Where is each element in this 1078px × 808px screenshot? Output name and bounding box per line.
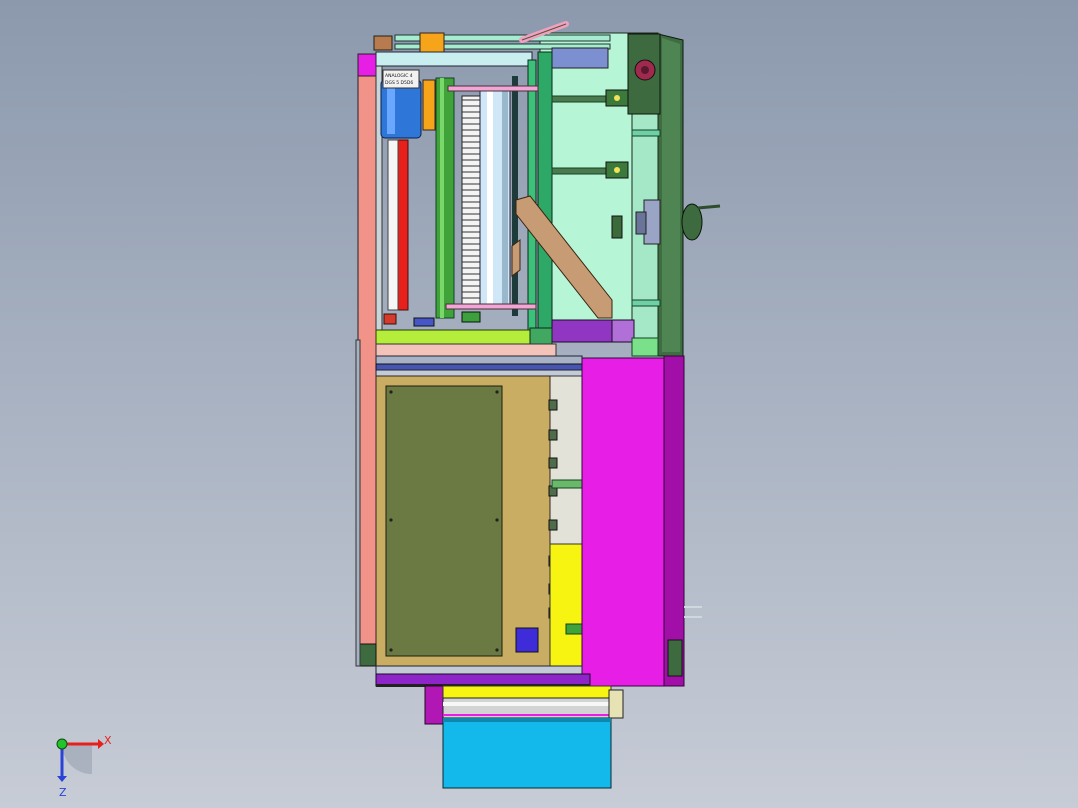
- magenta-guard-side[interactable]: [663, 355, 685, 687]
- bottom-roller-assembly[interactable]: [424, 685, 624, 789]
- triad-z-label: Z: [59, 786, 67, 799]
- green-rod-left[interactable]: [435, 77, 455, 319]
- left-bottom-block[interactable]: [357, 643, 377, 667]
- motor-nameplate-text-2: DGS 5 D5D6: [385, 80, 413, 86]
- green-pipe-2[interactable]: [565, 623, 583, 635]
- triad-z-arrowhead: [57, 776, 67, 782]
- upper-green-bracket[interactable]: [631, 337, 659, 357]
- panel-screw: [389, 518, 393, 522]
- triad-y-axis: [56, 738, 68, 750]
- motor-highlight: [387, 84, 395, 134]
- roller-shine: [443, 702, 611, 706]
- red-detail: [383, 313, 397, 325]
- machine-assembly-drawing[interactable]: ANALOGIC 4 DGS 5 D5D6 X Z: [0, 0, 1078, 808]
- bearing-bore: [641, 66, 649, 74]
- connector[interactable]: [548, 519, 558, 531]
- cyan-box-top-edge: [443, 718, 611, 722]
- cyan-box[interactable]: [442, 717, 612, 789]
- pink-link-top[interactable]: [447, 85, 539, 92]
- mint-connector[interactable]: [611, 215, 623, 239]
- guard-lower-block[interactable]: [667, 639, 683, 677]
- top-blue-cylinder[interactable]: [551, 47, 609, 69]
- upper-base-strip[interactable]: [375, 343, 557, 357]
- roller-magenta-line: [443, 714, 611, 716]
- nut-1-bolt: [614, 95, 620, 101]
- panel-screw: [495, 390, 499, 394]
- connector[interactable]: [548, 429, 558, 441]
- shaft-3[interactable]: [631, 129, 661, 137]
- yellow-panel[interactable]: [549, 543, 583, 669]
- triad-x-label: X: [104, 734, 112, 747]
- red-bar[interactable]: [397, 139, 409, 311]
- top-left-clamp[interactable]: [373, 35, 393, 51]
- lower-cabinet[interactable]: [355, 339, 702, 687]
- upper-top-bar[interactable]: [375, 51, 533, 67]
- red-bar-light[interactable]: [387, 139, 399, 311]
- left-magenta-strip[interactable]: [357, 53, 377, 77]
- pink-link-bottom[interactable]: [445, 303, 537, 310]
- cad-viewport[interactable]: ANALOGIC 4 DGS 5 D5D6 X Z: [0, 0, 1078, 808]
- brace-lower[interactable]: [511, 239, 521, 277]
- nut-2-bolt: [614, 167, 620, 173]
- hand-wheel-flange[interactable]: [635, 211, 647, 235]
- top-orange-block[interactable]: [419, 32, 445, 54]
- roller-end-cap[interactable]: [608, 689, 624, 719]
- green-detail: [461, 311, 481, 323]
- roller-left-bracket[interactable]: [424, 685, 444, 725]
- upper-side-frame[interactable]: [537, 51, 553, 345]
- connector[interactable]: [548, 399, 558, 411]
- dark-rod[interactable]: [512, 76, 518, 316]
- panel-screw: [389, 648, 393, 652]
- mid-band-1[interactable]: [375, 355, 583, 365]
- cabinet-small-blue-box[interactable]: [515, 627, 539, 653]
- panel-screw: [495, 518, 499, 522]
- axis-triad[interactable]: X Z: [56, 734, 112, 799]
- panel-screw: [389, 390, 393, 394]
- shaft-1[interactable]: [551, 95, 615, 103]
- shaft-4[interactable]: [631, 299, 661, 307]
- shaft-2[interactable]: [551, 167, 615, 175]
- main-cylinder-shine: [487, 86, 493, 308]
- panel-screw: [495, 648, 499, 652]
- olive-panel[interactable]: [385, 385, 503, 657]
- green-pipe[interactable]: [551, 479, 583, 489]
- connector[interactable]: [548, 457, 558, 469]
- blue-detail: [413, 317, 435, 327]
- left-salmon-column[interactable]: [357, 75, 377, 645]
- hand-wheel-handle[interactable]: [697, 204, 721, 210]
- left-frame-side[interactable]: [355, 339, 361, 667]
- magenta-guard[interactable]: [581, 357, 669, 687]
- slat-roller[interactable]: [461, 95, 481, 307]
- purple-crossbar-end[interactable]: [611, 319, 635, 343]
- main-cylinder-shade: [502, 86, 508, 308]
- orange-strip[interactable]: [422, 79, 436, 131]
- base-rail[interactable]: [375, 665, 583, 675]
- mid-band-3[interactable]: [375, 369, 583, 377]
- triad-shadow: [62, 744, 92, 774]
- right-side-plate-shadow: [662, 38, 680, 352]
- mid-band-2[interactable]: [375, 363, 583, 371]
- green-rod-highlight: [440, 78, 444, 318]
- lime-plate-end[interactable]: [529, 327, 553, 347]
- lime-plate[interactable]: [375, 329, 533, 345]
- motor-nameplate-text-1: ANALOGIC 4: [385, 73, 413, 79]
- roller-yellow-frame[interactable]: [442, 685, 612, 699]
